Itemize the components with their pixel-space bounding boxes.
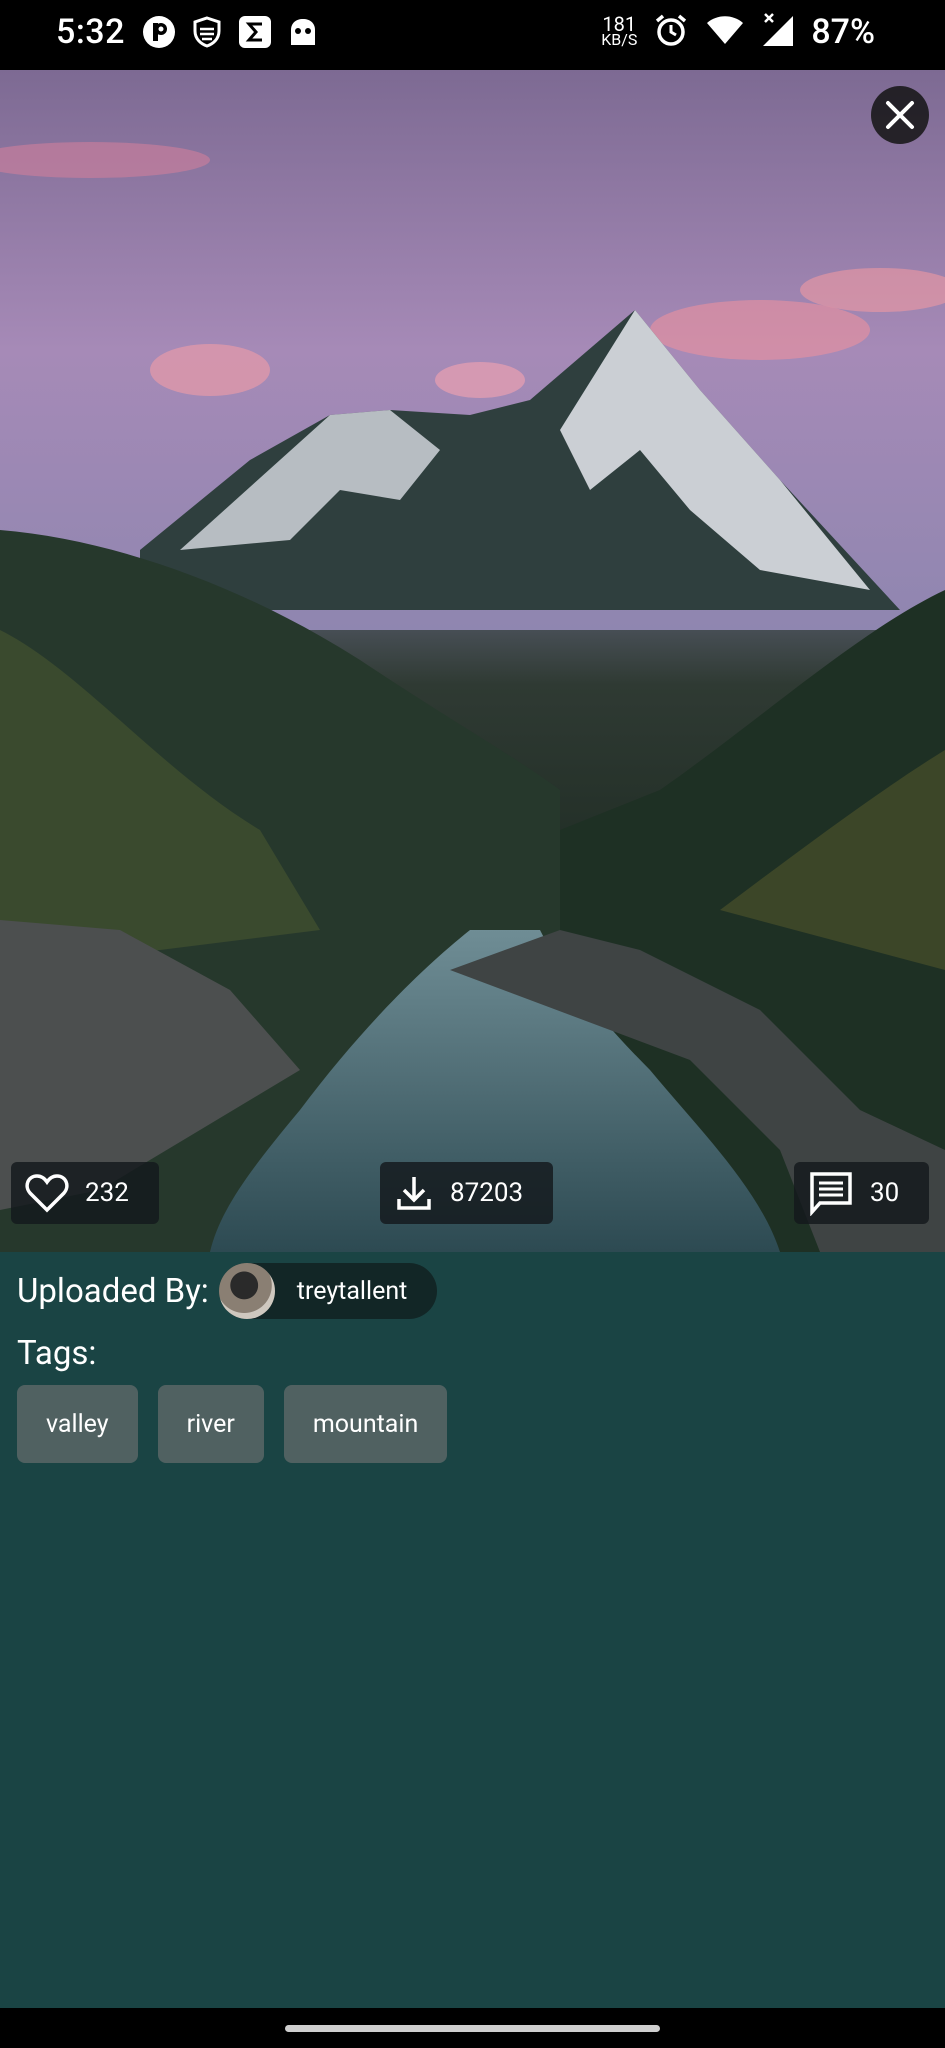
network-speed: 181 KB/S <box>601 14 638 49</box>
notification-icons <box>142 15 320 53</box>
tag-valley[interactable]: valley <box>17 1385 138 1463</box>
speed-unit: KB/S <box>601 30 638 49</box>
navigation-bar <box>0 2008 945 2048</box>
details-panel: Uploaded By: treytallent Tags: valley ri… <box>0 1252 945 2008</box>
system-icons: 181 KB/S 87% <box>601 12 875 52</box>
p-app-icon <box>142 15 176 53</box>
tag-list: valley river mountain <box>17 1385 448 1463</box>
close-icon <box>886 101 914 129</box>
download-button[interactable]: 87203 <box>380 1162 554 1224</box>
comments-button[interactable]: 30 <box>794 1162 930 1224</box>
signal-icon <box>761 12 795 52</box>
uploader-username: treytallent <box>296 1276 408 1306</box>
uploader-row: Uploaded By: treytallent <box>17 1263 438 1319</box>
sigma-app-icon <box>238 15 272 53</box>
likes-count: 232 <box>85 1178 129 1208</box>
wallpaper-image[interactable]: 232 87203 30 <box>0 70 945 1252</box>
comment-icon <box>808 1170 854 1216</box>
status-time: 5:32 <box>56 12 125 52</box>
tags-label: Tags: <box>17 1334 97 1373</box>
avatar <box>218 1263 275 1319</box>
battery-level: 87% <box>811 12 875 52</box>
close-button[interactable] <box>871 86 929 144</box>
alarm-icon <box>653 12 689 52</box>
comments-count: 30 <box>870 1178 900 1208</box>
status-bar: 5:32 181 KB/S 87% <box>0 0 945 70</box>
shield-icon <box>190 15 224 53</box>
likes-button[interactable]: 232 <box>11 1162 159 1224</box>
heart-icon <box>25 1173 69 1213</box>
uploaded-by-label: Uploaded By: <box>17 1271 209 1311</box>
home-gesture-handle[interactable] <box>285 2025 660 2032</box>
downloads-count: 87203 <box>450 1178 524 1208</box>
tag-mountain[interactable]: mountain <box>283 1385 448 1463</box>
landscape-illustration <box>0 70 945 1252</box>
tag-river[interactable]: river <box>157 1385 264 1463</box>
download-icon <box>394 1173 434 1213</box>
wifi-icon <box>705 12 745 52</box>
ghost-icon <box>286 15 320 53</box>
uploader-chip[interactable]: treytallent <box>218 1263 438 1319</box>
